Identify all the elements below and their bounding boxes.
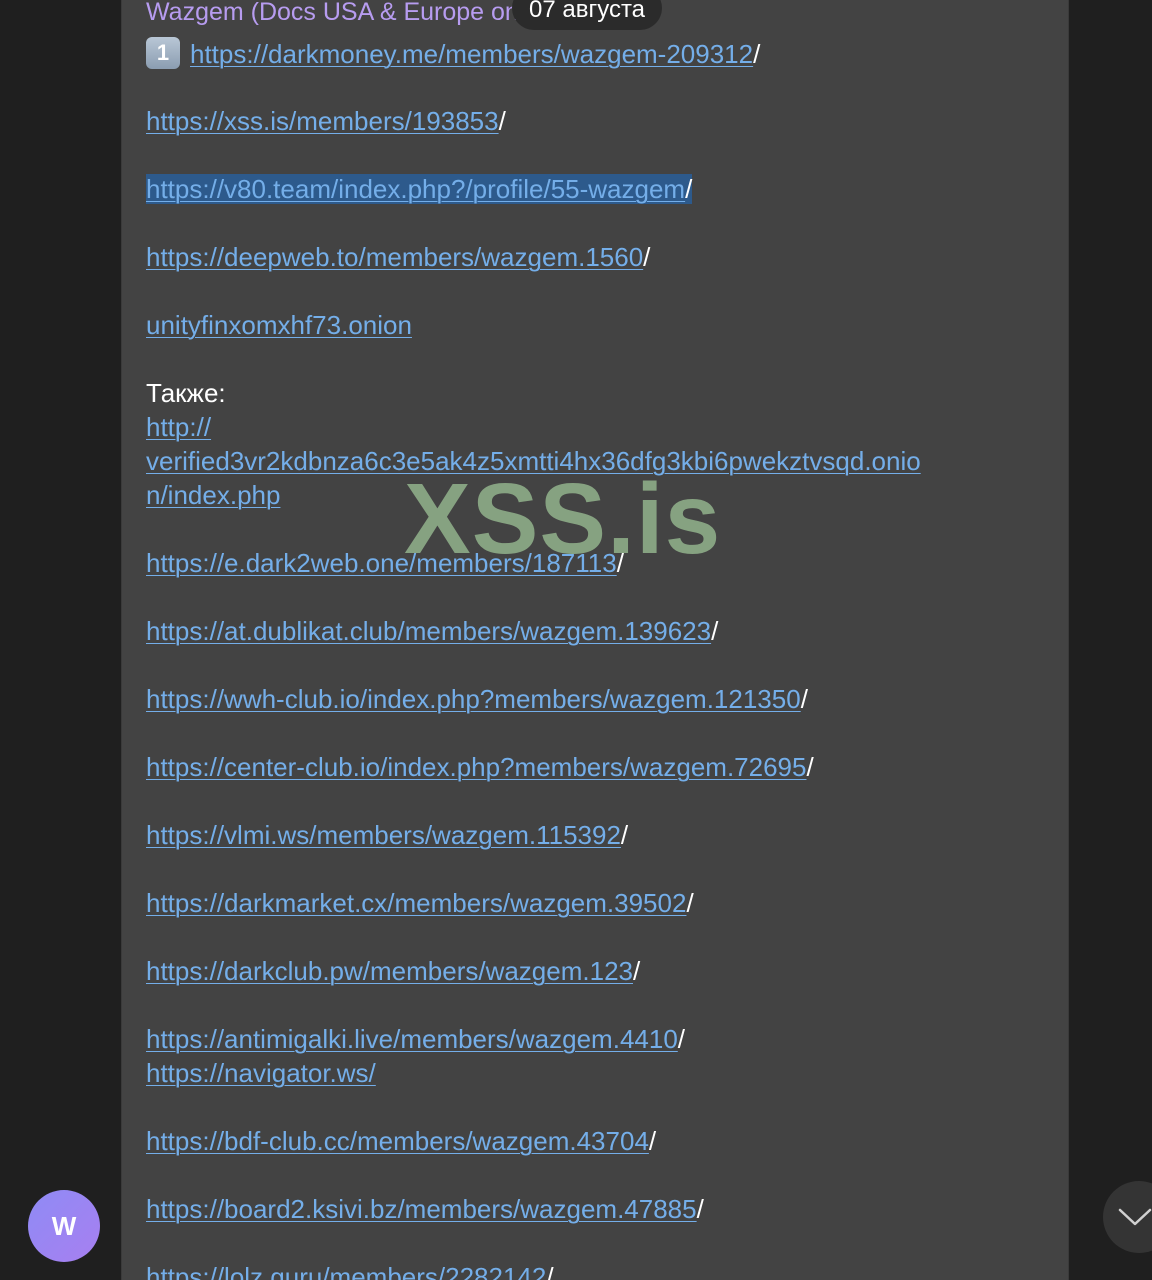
message-link[interactable]: https://lolz.guru/members/2282142 [146,1262,546,1280]
message-line: n/index.php [146,478,280,512]
message-line: 1 https://darkmoney.me/members/wazgem-209… [146,37,760,71]
link-suffix: / [677,1024,686,1054]
link-suffix: / [648,1126,657,1156]
chat-background: Wazgem (Docs USA & Europe online) 07 авг… [0,0,1152,1280]
chevron-down-icon [1118,1208,1152,1226]
link-suffix: / [633,956,641,986]
message-line: https://board2.ksivi.bz/members/wazgem.4… [146,1192,704,1226]
message-link[interactable]: unityfinxomxhf73.onion [146,310,412,340]
message-line: https://vlmi.ws/members/wazgem.115392/ [146,818,628,852]
message-line: https://bdf-club.cc/members/wazgem.43704… [146,1124,656,1158]
message-link[interactable]: https://board2.ksivi.bz/members/wazgem.4… [146,1194,697,1224]
sender-name[interactable]: Wazgem (Docs USA & Europe online) [146,0,566,32]
message-line: https://xss.is/members/193853/ [146,104,506,138]
also-label: Также: [146,378,226,408]
message-line: https://lolz.guru/members/2282142/ [146,1260,554,1280]
link-suffix: / [685,174,693,204]
message-link[interactable]: verified3vr2kdbnza6c3e5ak4z5xmtti4hx36df… [146,446,921,476]
message-link[interactable]: http:// [146,412,211,442]
message-line: https://navigator.ws/ [146,1056,376,1090]
link-suffix: / [643,242,651,272]
message-line: https://deepweb.to/members/wazgem.1560/ [146,240,650,274]
message-line: https://wwh-club.io/index.php?members/wa… [146,682,808,716]
link-suffix: / [696,1194,704,1224]
link-suffix: / [546,1262,554,1280]
link-suffix: / [620,820,629,850]
message-line: verified3vr2kdbnza6c3e5ak4z5xmtti4hx36df… [146,444,921,478]
message-line: https://e.dark2web.one/members/187113/ [146,546,624,580]
message-link[interactable]: https://vlmi.ws/members/wazgem.115392 [146,820,621,850]
link-suffix: / [753,39,761,69]
link-suffix: / [686,888,694,918]
scroll-down-button[interactable] [1103,1181,1152,1253]
message-link[interactable]: https://darkmoney.me/members/wazgem-2093… [190,39,753,69]
message-line: https://v80.team/index.php?/profile/55-w… [146,172,693,206]
message-line: unityfinxomxhf73.onion [146,308,412,342]
message-link[interactable]: https://antimigalki.live/members/wazgem.… [146,1024,678,1054]
message-link[interactable]: https://xss.is/members/193853 [146,106,499,136]
message-link[interactable]: https://wwh-club.io/index.php?members/wa… [146,684,801,714]
message-link[interactable]: https://darkclub.pw/members/wazgem.123 [146,956,633,986]
message-line: https://darkmarket.cx/members/wazgem.395… [146,886,694,920]
message-link[interactable]: https://center-club.io/index.php?members… [146,752,806,782]
link-suffix: / [806,752,814,782]
message-link[interactable]: https://deepweb.to/members/wazgem.1560 [146,242,643,272]
message-link[interactable]: n/index.php [146,480,280,510]
message-line: https://darkclub.pw/members/wazgem.123/ [146,954,640,988]
message-line: https://antimigalki.live/members/wazgem.… [146,1022,685,1056]
message-link[interactable]: https://bdf-club.cc/members/wazgem.43704 [146,1126,649,1156]
message-line: https://at.dublikat.club/members/wazgem.… [146,614,718,648]
message-link[interactable]: https://v80.team/index.php?/profile/55-w… [146,174,685,204]
message-line: http:// [146,410,211,444]
keycap-number-icon: 1 [146,37,180,70]
message-link[interactable]: https://e.dark2web.one/members/187113 [146,548,617,578]
link-suffix: / [498,106,506,136]
message-link[interactable]: https://darkmarket.cx/members/wazgem.395… [146,888,686,918]
link-suffix: / [800,684,808,714]
message-line: https://center-club.io/index.php?members… [146,750,814,784]
link-suffix: / [711,616,719,646]
avatar[interactable]: W [28,1190,100,1262]
date-pill: 07 августа [512,0,663,30]
message-line: Также: [146,376,226,410]
text-selection: https://v80.team/index.php?/profile/55-w… [146,174,693,204]
message-link[interactable]: https://navigator.ws/ [146,1058,376,1088]
link-suffix: / [616,548,624,578]
message-link[interactable]: https://at.dublikat.club/members/wazgem.… [146,616,711,646]
